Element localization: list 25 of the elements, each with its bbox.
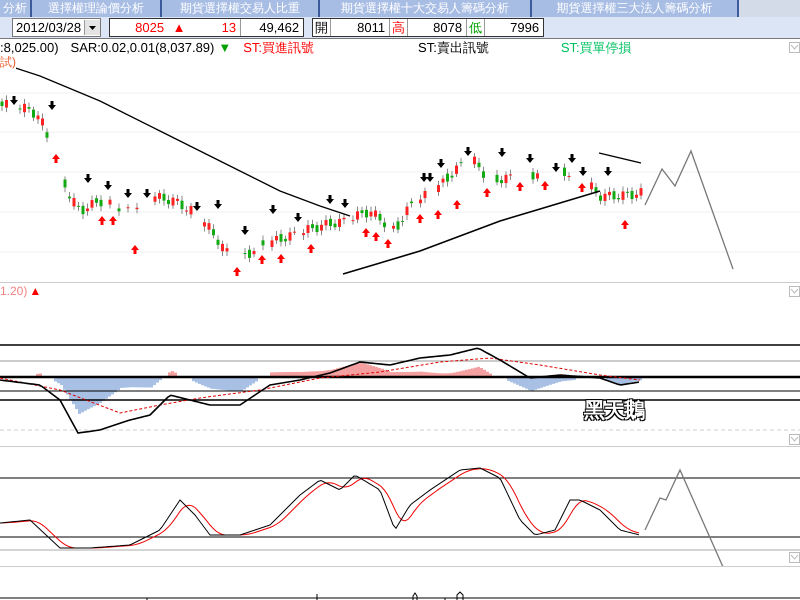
tab[interactable]: 期貨選擇權十大交易人籌碼分析 <box>320 0 530 17</box>
legend-text: ST:買單停損 <box>560 38 632 56</box>
down-triangle-icon: ▼ <box>218 40 232 55</box>
price-label: 高 <box>390 19 408 36</box>
tab[interactable]: 分析 <box>0 0 30 17</box>
legend-text: ST:賣出訊號 <box>418 38 489 56</box>
price-label: 開 <box>313 19 332 36</box>
price-value: 8011 <box>331 19 390 36</box>
legend-text: SAR:0.02,0.01(8,037.89) <box>70 40 214 55</box>
change-value: 13 <box>190 19 242 36</box>
tab[interactable]: 期貨選擇權三大法人籌碼分析 <box>532 0 737 17</box>
date-dropdown[interactable]: 2012/03/28 <box>12 18 102 37</box>
price-value: 8078 <box>408 19 468 36</box>
tab[interactable]: 選擇權理論價分析 <box>32 0 160 17</box>
price-value: 8025 <box>134 19 166 36</box>
up-arrow-icon: ▲ <box>168 19 190 36</box>
legend-text: :8,025.00) <box>0 40 59 55</box>
tab[interactable]: 期貨選擇權交易人比重 <box>162 0 318 17</box>
indicator-label: 1.20) <box>0 284 28 298</box>
price-value: 7996 <box>509 19 540 36</box>
indicator-label: 試) <box>0 54 16 71</box>
volume-value: 49,462 <box>258 19 300 36</box>
up-triangle-icon: ▲ <box>29 284 42 298</box>
legend-text: ST:買進訊號 <box>243 38 314 56</box>
price-label: 低 <box>467 19 486 36</box>
